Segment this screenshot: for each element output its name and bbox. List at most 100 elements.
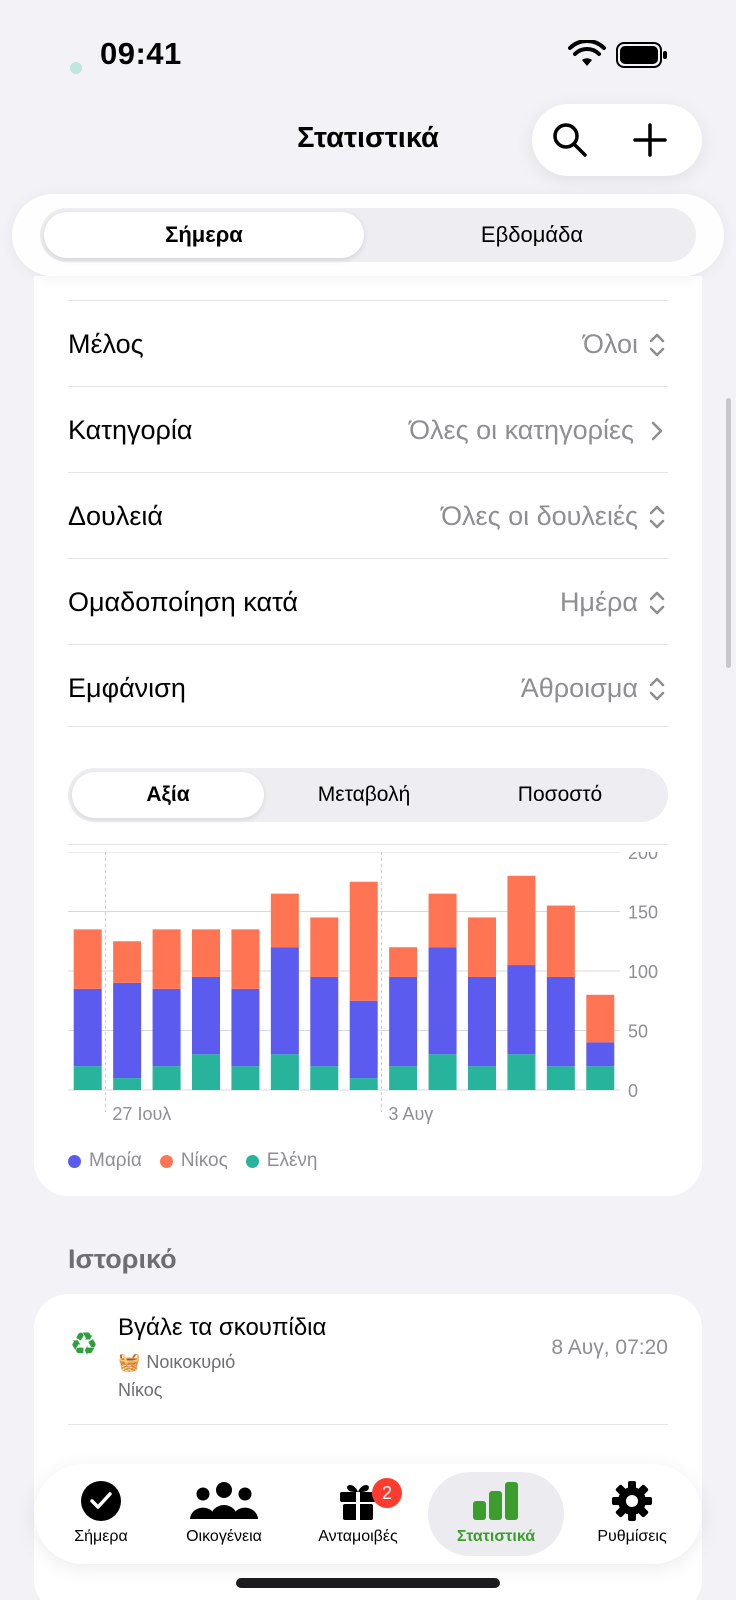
tab-percentage[interactable]: Ποσοστό — [464, 772, 656, 818]
history-item-title: Βγάλε τα σκουπίδια — [118, 1314, 327, 1341]
tab-label: Ρυθμίσεις — [597, 1528, 667, 1545]
bar-segment — [310, 917, 339, 977]
tab-value[interactable]: Αξία — [72, 772, 264, 818]
chart-icon — [473, 1482, 518, 1520]
filter-value: Όλες οι κατηγορίες — [409, 415, 634, 445]
tab-bar: Σήμερα Οικογένεια Ανταμοιβές 2 Στατιστικ… — [34, 1464, 702, 1564]
bar-segment — [73, 1066, 102, 1090]
bar-segment — [389, 1066, 418, 1090]
battery-icon — [616, 42, 667, 68]
bar-segment — [546, 1066, 575, 1090]
chevron-updown-icon — [649, 591, 665, 615]
tab-change[interactable]: Μεταβολή — [268, 772, 460, 818]
y-tick-label: 50 — [628, 1022, 648, 1042]
stats-card: Μέλος Όλοι Κατηγορία Όλες οι κατηγορίες Δουλ… — [34, 276, 702, 1196]
history-item[interactable]: ♻ Βγάλε τα σκουπίδια 🧺 Νοικοκυριό Νίκος … — [34, 1294, 702, 1425]
filter-value: Όλες οι δουλειές — [441, 501, 638, 531]
bar-segment — [270, 947, 299, 1055]
checkmark-icon — [81, 1481, 121, 1521]
bar-segment — [310, 1066, 339, 1090]
tab-rewards-nav[interactable]: Ανταμοιβές 2 — [300, 1472, 416, 1556]
tab-statistics-nav[interactable]: Στατιστικά — [428, 1472, 564, 1556]
tab-label: Ανταμοιβές — [318, 1528, 398, 1545]
header-actions — [532, 104, 702, 176]
search-button[interactable] — [550, 120, 590, 160]
bar-segment — [113, 1078, 142, 1090]
search-icon — [553, 123, 587, 157]
bar-segment — [428, 1054, 457, 1090]
history-item-date: 8 Αυγ, 07:20 — [551, 1336, 668, 1359]
bar-segment — [349, 1078, 378, 1090]
bar-segment — [113, 982, 142, 1079]
filter-row-display[interactable]: Εμφάνιση Άθροισμα — [68, 644, 668, 730]
basket-icon: 🧺 — [118, 1352, 141, 1372]
bar-segment — [546, 905, 575, 977]
y-tick-label: 0 — [628, 1081, 638, 1101]
bar-segment — [389, 976, 418, 1067]
bar-segment — [152, 988, 181, 1067]
bar-segment — [231, 988, 260, 1067]
row-divider — [68, 726, 668, 727]
bar-segment — [546, 976, 575, 1067]
home-indicator[interactable] — [236, 1578, 500, 1588]
filter-label: Δουλειά — [68, 501, 163, 531]
chevron-updown-icon — [649, 333, 665, 357]
legend-item-nikos: Νίκος — [159, 1150, 228, 1172]
tab-settings-nav[interactable]: Ρυθμίσεις — [574, 1472, 690, 1556]
add-button[interactable] — [630, 120, 670, 160]
legend-label: Μαρία — [89, 1150, 142, 1171]
x-tick-label: 3 Αυγ — [388, 1104, 433, 1124]
period-segmented-control: Σήμερα Εβδομάδα — [40, 208, 696, 262]
bar-segment — [468, 976, 496, 1067]
bar-segment — [428, 893, 457, 948]
bar-segment — [231, 929, 260, 989]
bar-segment — [586, 1066, 615, 1090]
bar-segment — [349, 1000, 378, 1079]
legend-dot — [159, 1154, 173, 1168]
status-time: 09:41 — [100, 36, 182, 71]
bar-segment — [152, 1066, 181, 1090]
filter-value: Όλοι — [582, 329, 638, 359]
filter-row-chore[interactable]: Δουλειά Όλες οι δουλειές — [68, 472, 668, 558]
chevron-right-icon — [651, 421, 663, 441]
bar-segment — [113, 941, 142, 983]
tab-label: Στατιστικά — [456, 1528, 536, 1545]
bar-segment — [152, 929, 181, 989]
tab-today-nav[interactable]: Σήμερα — [54, 1472, 148, 1556]
people-icon — [190, 1482, 258, 1519]
legend-dot — [68, 1154, 81, 1168]
filter-row-category[interactable]: Κατηγορία Όλες οι κατηγορίες — [68, 386, 668, 472]
period-segmented-wrapper: Σήμερα Εβδομάδα — [12, 194, 724, 276]
x-tick-label: 27 Ιουλ — [112, 1104, 171, 1124]
legend-label: Ελένη — [266, 1150, 318, 1171]
legend-dot — [245, 1154, 259, 1168]
bar-segment — [73, 988, 102, 1067]
history-title: Ιστορικό — [68, 1244, 177, 1274]
filter-label: Κατηγορία — [68, 415, 193, 445]
bar-segment — [586, 1042, 615, 1067]
filter-row-group-by[interactable]: Ομαδοποίηση κατά Ημέρα — [68, 558, 668, 644]
filter-label: Ομαδοποίηση κατά — [68, 587, 298, 617]
chevron-updown-icon — [649, 677, 665, 701]
bar-segment — [389, 947, 418, 977]
chevron-updown-icon — [649, 505, 665, 529]
bar-segment — [507, 965, 536, 1055]
wifi-icon — [568, 40, 606, 66]
chart-legend: Μαρία Νίκος Ελένη — [68, 1148, 335, 1174]
filter-row-member[interactable]: Μέλος Όλοι — [68, 300, 668, 386]
y-tick-label: 150 — [628, 903, 658, 923]
status-bar: 09:41 — [0, 0, 736, 100]
tab-week[interactable]: Εβδομάδα — [372, 212, 692, 258]
filter-label: Μέλος — [68, 329, 144, 359]
gear-icon — [612, 1481, 652, 1521]
plus-icon — [633, 123, 667, 157]
chart-divider — [68, 844, 668, 845]
tab-family-nav[interactable]: Οικογένεια — [168, 1472, 280, 1556]
filter-value: Άθροισμα — [520, 673, 638, 703]
tab-today[interactable]: Σήμερα — [44, 212, 364, 258]
scroll-indicator[interactable] — [726, 398, 731, 668]
bar-segment — [468, 917, 496, 977]
stacked-bar-chart: 0 50 100 150 200 27 Ιουλ 3 Αυγ — [68, 852, 658, 1124]
bar-segment — [231, 1066, 260, 1090]
bar-segment — [507, 1054, 536, 1090]
